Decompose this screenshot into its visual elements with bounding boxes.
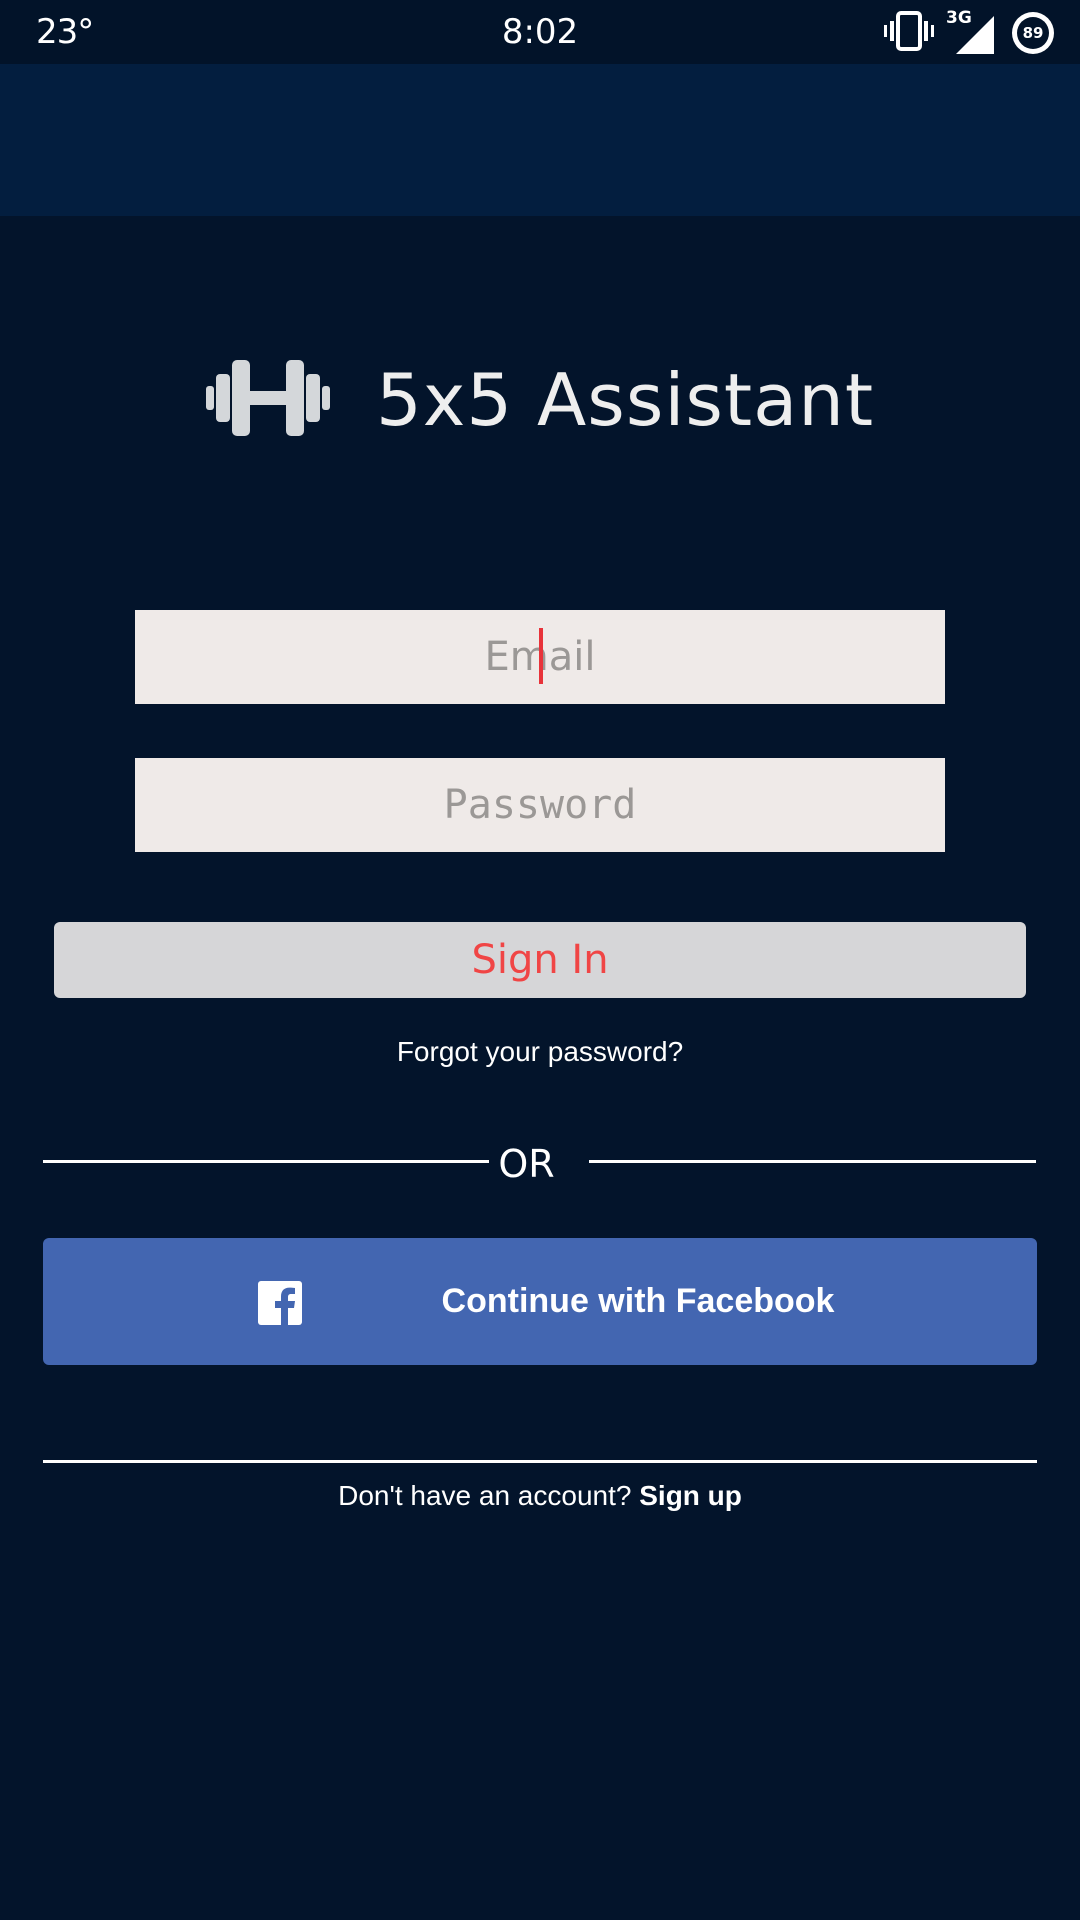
text-cursor [539, 628, 543, 684]
login-screen: 23° 8:02 3G 89 5x5 Assistant Email Sign … [0, 0, 1080, 1920]
status-bar: 23° 8:02 3G 89 [0, 0, 1080, 64]
facebook-icon [258, 1281, 302, 1325]
signup-row: Don't have an account? Sign up [0, 1480, 1080, 1512]
or-divider-right [589, 1160, 1036, 1163]
app-bar [0, 64, 1080, 216]
forgot-password-link[interactable]: Forgot your password? [0, 1036, 1080, 1068]
signup-prompt: Don't have an account? [338, 1480, 632, 1511]
app-logo: 5x5 Assistant [0, 340, 1080, 460]
cell-signal-icon: 3G [946, 8, 996, 56]
dumbbell-icon [205, 356, 330, 445]
battery-level: 89 [1017, 17, 1049, 49]
sign-up-link[interactable]: Sign up [639, 1480, 742, 1511]
password-field[interactable] [135, 758, 945, 852]
or-divider-left [43, 1160, 489, 1163]
status-icons: 3G 89 [884, 8, 1054, 57]
app-title: 5x5 Assistant [375, 358, 875, 442]
continue-with-facebook-button[interactable]: Continue with Facebook [43, 1238, 1037, 1365]
or-label: OR [498, 1142, 555, 1186]
facebook-button-label: Continue with Facebook [441, 1282, 835, 1320]
battery-icon: 89 [1012, 12, 1054, 54]
vibrate-icon [884, 10, 934, 57]
bottom-divider [43, 1460, 1037, 1463]
sign-in-button[interactable]: Sign In [54, 922, 1026, 998]
